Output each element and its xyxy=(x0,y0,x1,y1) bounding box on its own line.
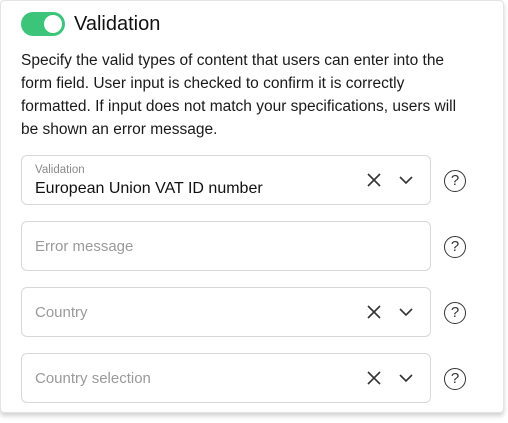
country-placeholder: Country xyxy=(35,304,88,321)
validation-select-label: Validation xyxy=(35,164,85,176)
help-icon[interactable]: ? xyxy=(444,236,466,258)
validation-select[interactable]: Validation European Union VAT ID number xyxy=(21,155,431,205)
error-message-input[interactable]: Error message xyxy=(21,221,431,271)
validation-select-value: European Union VAT ID number xyxy=(35,180,263,197)
help-icon[interactable]: ? xyxy=(444,302,466,324)
clear-icon[interactable] xyxy=(367,305,381,324)
section-description: Specify the valid types of content that … xyxy=(21,52,457,138)
country-selection-select[interactable]: Country selection xyxy=(21,353,431,403)
section-header: Validation xyxy=(21,12,160,36)
country-selection-placeholder: Country selection xyxy=(35,370,151,387)
chevron-down-icon[interactable] xyxy=(398,371,414,390)
toggle-knob xyxy=(44,15,62,33)
country-select[interactable]: Country xyxy=(21,287,431,337)
chevron-down-icon[interactable] xyxy=(398,305,414,324)
section-title: Validation xyxy=(74,12,161,35)
help-icon[interactable]: ? xyxy=(444,368,466,390)
error-message-placeholder: Error message xyxy=(35,238,134,255)
help-icon[interactable]: ? xyxy=(444,170,466,192)
chevron-down-icon[interactable] xyxy=(398,173,414,192)
validation-toggle[interactable] xyxy=(21,12,65,36)
clear-icon[interactable] xyxy=(367,173,381,192)
validation-panel: Validation Specify the valid types of co… xyxy=(0,0,504,413)
clear-icon[interactable] xyxy=(367,371,381,390)
